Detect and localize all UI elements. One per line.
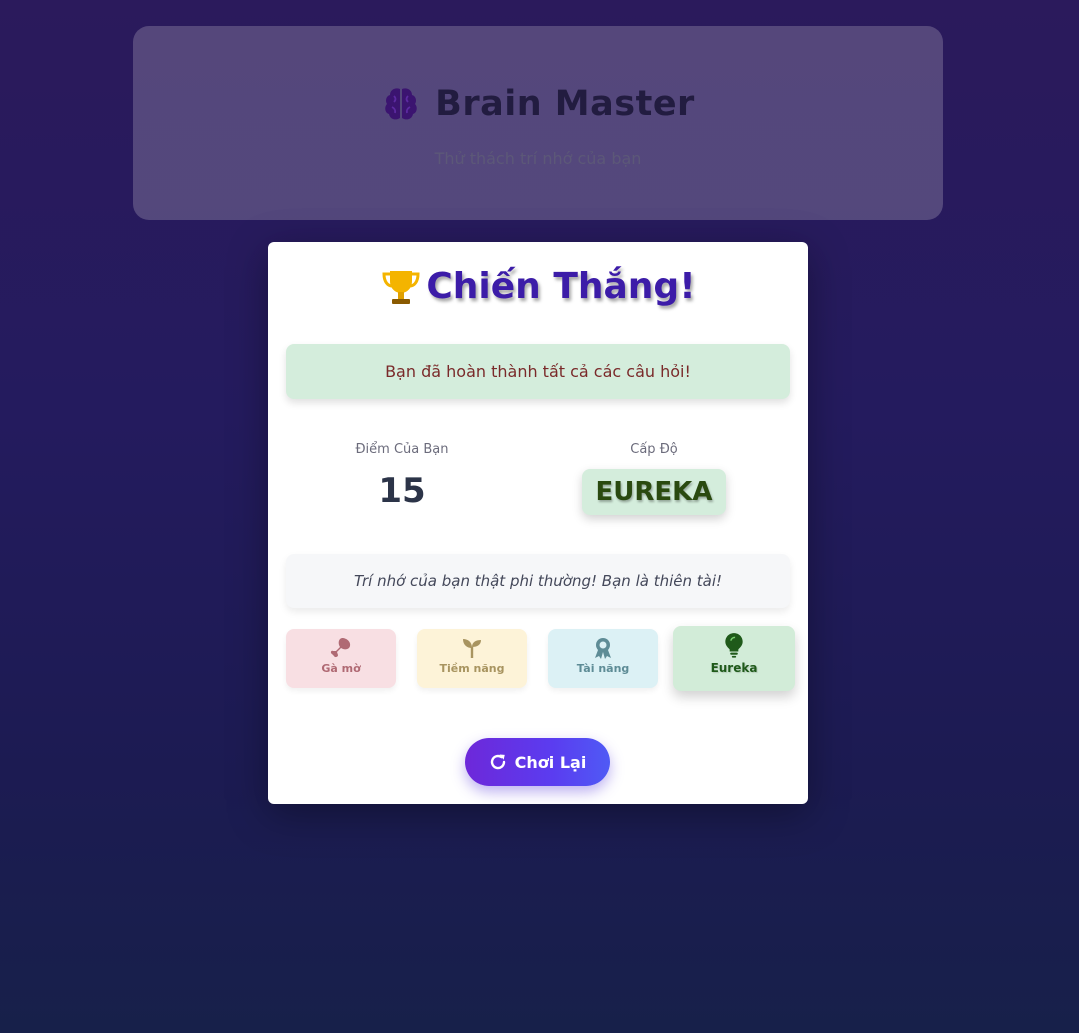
tier-eureka: Eureka	[673, 626, 795, 691]
tier-tiem-nang: Tiềm năng	[417, 629, 527, 688]
redo-icon	[490, 754, 505, 770]
score-stat: Điểm Của Bạn 15	[282, 442, 522, 511]
app-subtitle: Thử thách trí nhớ của bạn	[434, 149, 642, 168]
tier-label: Tài năng	[576, 662, 630, 675]
tier-label: Gà mờ	[321, 662, 361, 675]
header-card: Brain Master Thử thách trí nhớ của bạn	[133, 26, 943, 220]
tier-ga-mo: Gà mờ	[286, 629, 396, 688]
score-value: 15	[378, 471, 426, 511]
success-message: Bạn đã hoàn thành tất cả các câu hỏi!	[286, 344, 790, 399]
level-label: Cấp Độ	[630, 442, 678, 457]
brain-icon	[385, 88, 417, 120]
tier-tai-nang: Tài năng	[548, 629, 658, 688]
lightbulb-icon	[725, 633, 743, 658]
modal-title-row: Chiến Thắng!	[268, 266, 808, 307]
modal-title: Chiến Thắng!	[426, 266, 696, 307]
level-badge: EUREKA	[581, 469, 727, 515]
level-stat: Cấp Độ EUREKA	[534, 442, 774, 515]
app-title: Brain Master	[435, 84, 695, 124]
trophy-icon	[382, 270, 420, 304]
tier-label: Eureka	[710, 661, 758, 675]
level-tiers: Gà mờ Tiềm năng Tài năng Eureka	[286, 626, 798, 693]
play-again-button[interactable]: Chơi Lại	[465, 738, 610, 786]
chicken-leg-icon	[330, 638, 351, 658]
tier-label: Tiềm năng	[439, 662, 505, 675]
result-modal: Chiến Thắng! Bạn đã hoàn thành tất cả cá…	[268, 242, 808, 804]
play-again-label: Chơi Lại	[514, 752, 587, 772]
feedback-message: Trí nhớ của bạn thật phi thường! Bạn là …	[286, 554, 790, 608]
seedling-icon	[463, 639, 481, 658]
award-icon	[595, 638, 611, 659]
header-title-row: Brain Master	[133, 84, 943, 124]
score-label: Điểm Của Bạn	[355, 442, 449, 457]
